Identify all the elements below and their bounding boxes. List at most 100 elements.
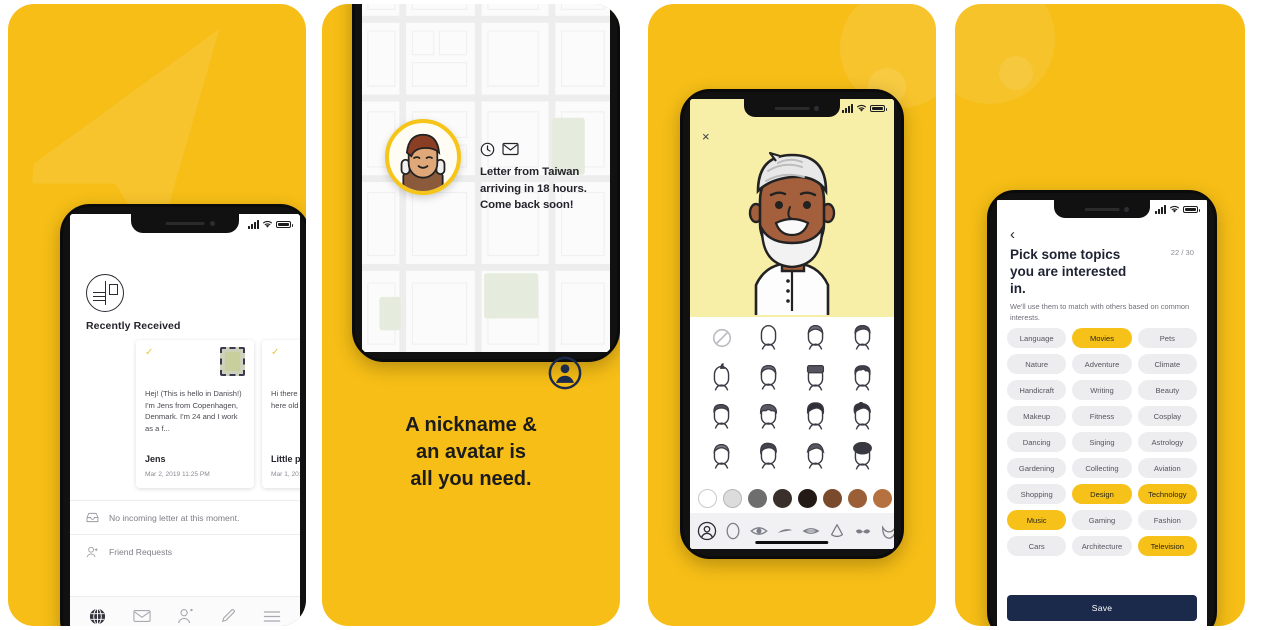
topic-chip[interactable]: Gaming <box>1072 510 1132 530</box>
hair-option-crew-cut[interactable] <box>755 363 782 398</box>
hair-option-wavy[interactable] <box>755 402 782 437</box>
topic-chip[interactable]: Nature <box>1007 354 1067 374</box>
circle-decor-small <box>999 56 1033 90</box>
pencil-icon[interactable] <box>220 608 236 626</box>
phone-2-screen: Letter from Taiwan arriving in 18 hours.… <box>362 4 610 352</box>
hair-option-buzz[interactable] <box>708 442 735 477</box>
topic-chip[interactable]: Writing <box>1072 380 1132 400</box>
topic-chip[interactable]: Design <box>1072 484 1132 504</box>
topic-chip[interactable]: Handicraft <box>1007 380 1067 400</box>
hair-option-short-side-part[interactable] <box>849 323 876 358</box>
hair-option-bald[interactable] <box>755 323 782 358</box>
section-title-recently-received: Recently Received <box>86 320 181 332</box>
topic-chip[interactable]: Cosplay <box>1137 406 1197 426</box>
face-shape-icon[interactable] <box>723 521 745 543</box>
screenshot-panel-3[interactable]: × <box>648 4 936 626</box>
topic-chip[interactable]: Fashion <box>1137 510 1197 530</box>
hair-options-grid[interactable] <box>690 317 894 483</box>
topic-chip[interactable]: Architecture <box>1072 536 1132 556</box>
topic-chip[interactable]: Movies <box>1072 328 1132 348</box>
topic-chip[interactable]: Pets <box>1137 328 1197 348</box>
list-item-friend-requests[interactable]: Friend Requests <box>70 534 300 569</box>
color-swatch[interactable] <box>848 488 867 508</box>
topic-chip[interactable]: Language <box>1007 328 1067 348</box>
panel-2-caption: A nickname & an avatar is all you need. <box>405 414 537 490</box>
bottom-tab-bar[interactable] <box>70 596 300 626</box>
mouth-icon[interactable] <box>801 521 823 543</box>
hair-option-flat-top[interactable] <box>802 363 829 398</box>
phone-notch <box>131 214 239 233</box>
color-swatch[interactable] <box>748 488 767 508</box>
back-button[interactable]: ‹ <box>1010 226 1015 243</box>
battery-icon <box>870 105 887 112</box>
letter-sender-name: Little pen <box>271 454 300 464</box>
list-item-label: Friend Requests <box>109 547 173 557</box>
topic-chip[interactable]: Technology <box>1137 484 1197 504</box>
hair-option-side-sweep[interactable] <box>708 402 735 437</box>
color-swatch[interactable] <box>823 488 842 508</box>
postage-stamp-icon <box>220 347 245 376</box>
avatar-pin[interactable] <box>385 119 461 195</box>
screenshot-panel-4[interactable]: ‹ Pick some topics you are interested in… <box>955 4 1245 626</box>
person-add-icon[interactable] <box>177 608 194 626</box>
letter-card[interactable]: ✓ Hi there in it's my first letter here … <box>262 340 300 488</box>
cellular-signal-icon <box>842 104 853 113</box>
topic-chip[interactable]: Beauty <box>1137 380 1197 400</box>
earpiece-speaker <box>165 222 205 226</box>
wifi-icon <box>856 105 867 112</box>
screenshot-panel-2[interactable]: Letter from Taiwan arriving in 18 hours.… <box>322 4 620 626</box>
topic-chip[interactable]: Makeup <box>1007 406 1067 426</box>
globe-icon[interactable] <box>89 607 106 627</box>
avatar-icon[interactable] <box>697 521 719 543</box>
hair-option-curly-short[interactable] <box>849 363 876 398</box>
phone-mockup-2: Letter from Taiwan arriving in 18 hours.… <box>352 4 620 362</box>
nose-icon[interactable] <box>827 521 849 543</box>
color-swatch[interactable] <box>723 488 742 508</box>
eyebrows-icon[interactable] <box>775 521 797 543</box>
save-button[interactable]: Save <box>1007 595 1197 621</box>
envelope-icon[interactable] <box>132 609 151 626</box>
skin-color-swatches[interactable] <box>690 483 894 513</box>
color-swatch[interactable] <box>873 488 892 508</box>
list-item-incoming-letter[interactable]: No incoming letter at this moment. <box>70 500 300 534</box>
note-text: Letter from Taiwan arriving in 18 hours.… <box>480 166 587 211</box>
recently-received-list[interactable]: ✓ Hej! (This is hello in Danish!) I'm Je… <box>136 340 300 488</box>
topic-chip[interactable]: Dancing <box>1007 432 1067 452</box>
topic-chip[interactable]: Music <box>1007 510 1067 530</box>
close-icon[interactable]: × <box>702 129 710 144</box>
topic-chip[interactable]: Cars <box>1007 536 1067 556</box>
topic-chip[interactable]: Adventure <box>1072 354 1132 374</box>
beard-icon[interactable] <box>879 521 894 543</box>
topic-chip[interactable]: Collecting <box>1072 458 1132 478</box>
wifi-icon <box>262 221 273 228</box>
topic-chip[interactable]: Shopping <box>1007 484 1067 504</box>
letter-preview-text: Hej! (This is hello in Danish!) I'm Jens… <box>145 389 242 433</box>
mustache-icon[interactable] <box>853 521 875 543</box>
topic-chip[interactable]: Gardening <box>1007 458 1067 478</box>
topic-chip[interactable]: Astrology <box>1137 432 1197 452</box>
hair-option-afro[interactable] <box>849 441 876 477</box>
home-indicator <box>755 541 829 544</box>
topic-chip[interactable]: Aviation <box>1137 458 1197 478</box>
hair-option-messy[interactable] <box>849 402 876 437</box>
topic-chip[interactable]: Television <box>1137 536 1197 556</box>
color-swatch[interactable] <box>698 488 717 508</box>
eyes-icon[interactable] <box>749 521 771 543</box>
topic-chip[interactable]: Climate <box>1137 354 1197 374</box>
topic-chip[interactable]: Singing <box>1072 432 1132 452</box>
topic-chip[interactable]: Fitness <box>1072 406 1132 426</box>
phone-mockup-1: Recently Received ✓ Hej! (This is hello … <box>60 204 306 626</box>
letter-card[interactable]: ✓ Hej! (This is hello in Danish!) I'm Je… <box>136 340 254 488</box>
topics-grid[interactable]: Language Movies Pets Nature Adventure Climate… <box>1007 328 1197 586</box>
hair-option-short-fade[interactable] <box>802 323 829 358</box>
hair-option-slick-back[interactable] <box>802 442 829 477</box>
hair-option-quiff[interactable] <box>755 442 782 477</box>
hair-option-pompadour[interactable] <box>802 402 829 437</box>
color-swatch[interactable] <box>773 488 792 508</box>
hair-option-mohawk[interactable] <box>708 362 735 398</box>
color-swatch[interactable] <box>798 488 817 508</box>
screenshot-panel-1[interactable]: Recently Received ✓ Hej! (This is hello … <box>8 4 306 626</box>
hair-option-none[interactable] <box>711 327 733 354</box>
hamburger-icon[interactable] <box>263 610 281 627</box>
inbox-icon <box>86 512 99 523</box>
